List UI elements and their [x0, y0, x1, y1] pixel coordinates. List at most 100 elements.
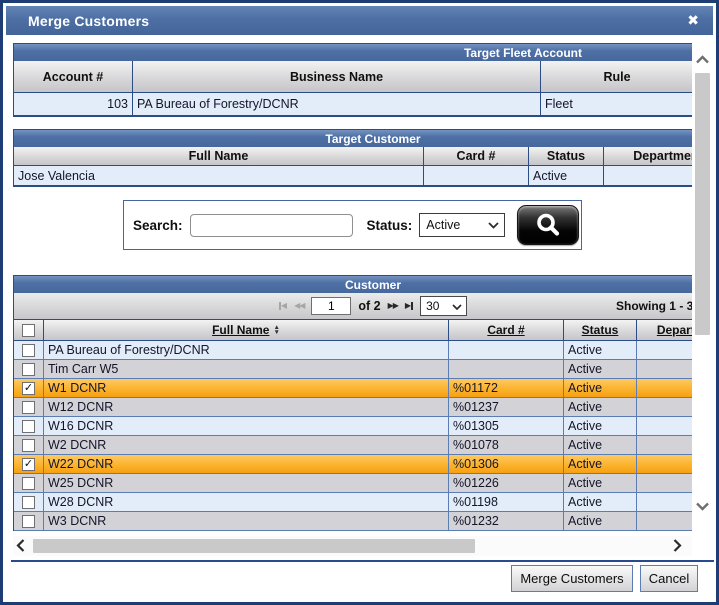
- row-checkbox-cell: [14, 398, 43, 416]
- previous-page-button[interactable]: ◀◀: [294, 302, 304, 310]
- customer-section: Customer ◀ ◀◀ of 2 ▶▶ ▶ 30: [13, 275, 692, 531]
- page-size-value: 30: [426, 299, 439, 313]
- fleet-account-section: Target Fleet Account Account # Business …: [13, 43, 692, 117]
- row-checkbox[interactable]: [22, 477, 35, 490]
- row-full-name: W1 DCNR: [43, 379, 448, 397]
- row-status: Active: [563, 417, 636, 435]
- page-size-select[interactable]: 30: [420, 296, 467, 316]
- target-card-value: [423, 166, 528, 185]
- select-all-checkbox[interactable]: [22, 324, 35, 337]
- vertical-scrollbar[interactable]: [694, 45, 711, 515]
- row-department: [636, 512, 692, 530]
- search-button[interactable]: [517, 205, 579, 245]
- customer-col-status[interactable]: Status: [563, 320, 636, 340]
- table-row-selected[interactable]: ✓ W1 DCNR %01172 Active: [14, 379, 692, 398]
- row-department: [636, 360, 692, 378]
- scroll-left-icon[interactable]: [16, 538, 25, 553]
- first-page-button[interactable]: ◀: [279, 302, 287, 310]
- table-row[interactable]: W3 DCNR %01232 Active: [14, 512, 692, 531]
- scroll-down-icon[interactable]: [695, 502, 710, 511]
- row-checkbox[interactable]: [22, 420, 35, 433]
- row-checkbox-cell: [14, 493, 43, 511]
- close-icon[interactable]: ✖: [687, 11, 699, 29]
- row-checkbox[interactable]: [22, 401, 35, 414]
- fleet-account-value: 103: [14, 93, 132, 115]
- footer-divider: [11, 560, 714, 562]
- row-full-name: W16 DCNR: [43, 417, 448, 435]
- scroll-up-icon[interactable]: [695, 55, 710, 64]
- row-full-name: W3 DCNR: [43, 512, 448, 530]
- row-card: [448, 360, 563, 378]
- row-checkbox-cell: [14, 512, 43, 530]
- row-status: Active: [563, 360, 636, 378]
- horizontal-scrollbar[interactable]: [13, 536, 692, 556]
- row-checkbox[interactable]: [22, 515, 35, 528]
- status-select[interactable]: Active: [419, 213, 505, 237]
- row-checkbox-cell: [14, 417, 43, 435]
- dialog-title-bar: Merge Customers ✖: [6, 6, 713, 35]
- customer-col-department[interactable]: Departme: [636, 320, 692, 340]
- page-count-label: of 2: [358, 299, 380, 313]
- vertical-scrollbar-thumb[interactable]: [695, 73, 710, 335]
- search-panel: Search: Status: Active: [123, 200, 582, 250]
- search-icon: [534, 212, 562, 238]
- table-row[interactable]: W2 DCNR %01078 Active: [14, 436, 692, 455]
- search-label: Search:: [133, 218, 183, 233]
- fleet-col-rule: Rule: [540, 61, 692, 92]
- row-status: Active: [563, 493, 636, 511]
- target-status-value: Active: [528, 166, 603, 185]
- customer-section-header: Customer: [13, 275, 692, 293]
- row-checkbox[interactable]: [22, 439, 35, 452]
- target-customer-section-header: Target Customer: [13, 129, 692, 147]
- target-col-department: Department: [603, 147, 692, 165]
- row-full-name: W2 DCNR: [43, 436, 448, 454]
- table-row[interactable]: PA Bureau of Forestry/DCNR Active: [14, 341, 692, 360]
- customer-col-full-name[interactable]: Full Name▲▼: [43, 320, 448, 340]
- row-checkbox-cell: [14, 474, 43, 492]
- row-status: Active: [563, 455, 636, 473]
- row-checkbox[interactable]: ✓: [22, 382, 35, 395]
- table-row[interactable]: W28 DCNR %01198 Active: [14, 493, 692, 512]
- row-department: [636, 417, 692, 435]
- row-card: [448, 341, 563, 359]
- select-all-checkbox-cell: [14, 320, 43, 340]
- search-input[interactable]: [190, 214, 353, 237]
- chevron-down-icon: [452, 304, 462, 310]
- sort-icon: ▲▼: [273, 325, 279, 335]
- merge-customers-button[interactable]: Merge Customers: [511, 565, 633, 592]
- row-card: %01237: [448, 398, 563, 416]
- row-full-name: PA Bureau of Forestry/DCNR: [43, 341, 448, 359]
- row-checkbox[interactable]: [22, 344, 35, 357]
- table-row[interactable]: Tim Carr W5 Active: [14, 360, 692, 379]
- table-row[interactable]: W16 DCNR %01305 Active: [14, 417, 692, 436]
- scroll-right-icon[interactable]: [673, 538, 682, 553]
- status-select-value: Active: [426, 218, 460, 232]
- table-row[interactable]: W12 DCNR %01237 Active: [14, 398, 692, 417]
- row-department: [636, 474, 692, 492]
- row-checkbox[interactable]: [22, 496, 35, 509]
- fleet-data-row: 103 PA Bureau of Forestry/DCNR Fleet: [14, 93, 692, 115]
- dialog-title: Merge Customers: [6, 13, 149, 29]
- row-checkbox[interactable]: ✓: [22, 458, 35, 471]
- cancel-button[interactable]: Cancel: [640, 565, 698, 592]
- table-row-selected[interactable]: ✓ W22 DCNR %01306 Active: [14, 455, 692, 474]
- row-full-name: W25 DCNR: [43, 474, 448, 492]
- row-full-name: Tim Carr W5: [43, 360, 448, 378]
- last-page-button[interactable]: ▶: [405, 302, 413, 310]
- customer-col-card[interactable]: Card #: [448, 320, 563, 340]
- fleet-header-row: Account # Business Name Rule: [14, 61, 692, 93]
- table-row[interactable]: W25 DCNR %01226 Active: [14, 474, 692, 493]
- next-page-button[interactable]: ▶▶: [388, 302, 398, 310]
- page-number-input[interactable]: [311, 297, 351, 315]
- fleet-section-header: Target Fleet Account: [13, 43, 692, 61]
- fleet-business-name-value: PA Bureau of Forestry/DCNR: [132, 93, 540, 115]
- row-card: %01232: [448, 512, 563, 530]
- row-checkbox-cell: [14, 436, 43, 454]
- target-col-card: Card #: [423, 147, 528, 165]
- chevron-down-icon: [488, 222, 499, 229]
- horizontal-scrollbar-thumb[interactable]: [33, 539, 475, 553]
- row-checkbox[interactable]: [22, 363, 35, 376]
- row-department: [636, 493, 692, 511]
- row-full-name: W28 DCNR: [43, 493, 448, 511]
- row-status: Active: [563, 474, 636, 492]
